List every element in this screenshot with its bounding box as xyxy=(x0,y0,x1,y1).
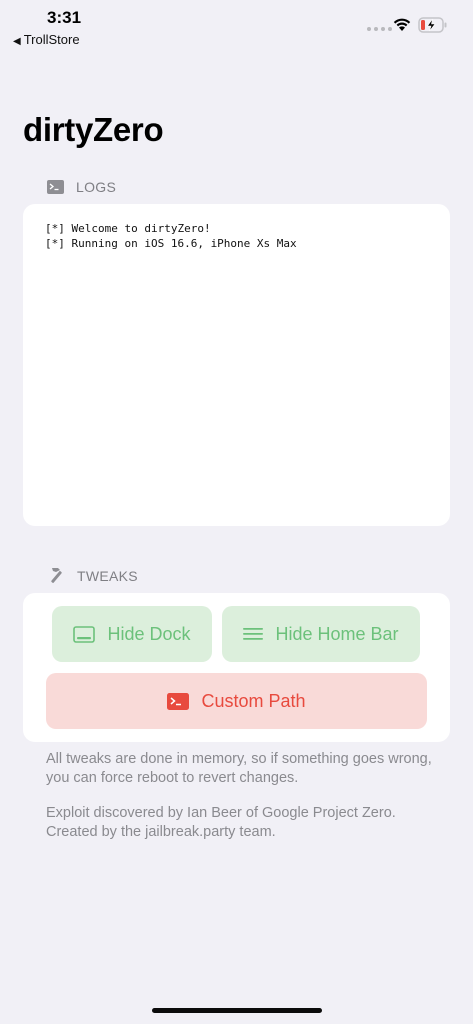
log-line: [*] Welcome to dirtyZero! xyxy=(45,222,211,235)
terminal-icon xyxy=(167,692,190,710)
terminal-icon xyxy=(47,180,64,194)
status-bar: 3:31 ◀ TrollStore xyxy=(0,0,473,50)
credits-text: Exploit discovered by Ian Beer of Google… xyxy=(46,805,396,840)
line-horizontal-icon xyxy=(243,627,264,641)
logs-panel[interactable]: [*] Welcome to dirtyZero! [*] Running on… xyxy=(23,204,450,526)
custom-path-button[interactable]: Custom Path xyxy=(46,673,427,729)
home-indicator[interactable] xyxy=(152,1008,322,1013)
back-to-app-link[interactable]: ◀ TrollStore xyxy=(13,32,80,47)
hide-home-bar-button[interactable]: Hide Home Bar xyxy=(222,606,420,662)
hammer-icon xyxy=(47,567,65,584)
log-line: [*] Running on iOS 16.6, iPhone Xs Max xyxy=(45,237,297,250)
custom-path-label: Custom Path xyxy=(201,690,306,711)
back-app-label: TrollStore xyxy=(23,32,80,47)
wifi-icon xyxy=(392,16,412,37)
hide-dock-label: Hide Dock xyxy=(107,623,191,644)
tweaks-footer-note: All tweaks are done in memory, so if som… xyxy=(46,751,432,786)
cellular-signal-icon xyxy=(367,27,392,31)
hide-dock-button[interactable]: Hide Dock xyxy=(52,606,212,662)
hide-home-bar-label: Hide Home Bar xyxy=(275,623,399,644)
status-time: 3:31 xyxy=(47,8,82,27)
page-title: dirtyZero xyxy=(23,111,164,148)
logs-section-header: LOGS xyxy=(47,179,116,195)
back-arrow-icon: ◀ xyxy=(13,36,21,47)
dock-icon xyxy=(73,625,96,643)
logs-header-label: LOGS xyxy=(76,179,117,195)
tweaks-section-header: TWEAKS xyxy=(47,567,138,584)
battery-charging-icon xyxy=(418,16,448,39)
tweaks-header-label: TWEAKS xyxy=(77,567,138,584)
